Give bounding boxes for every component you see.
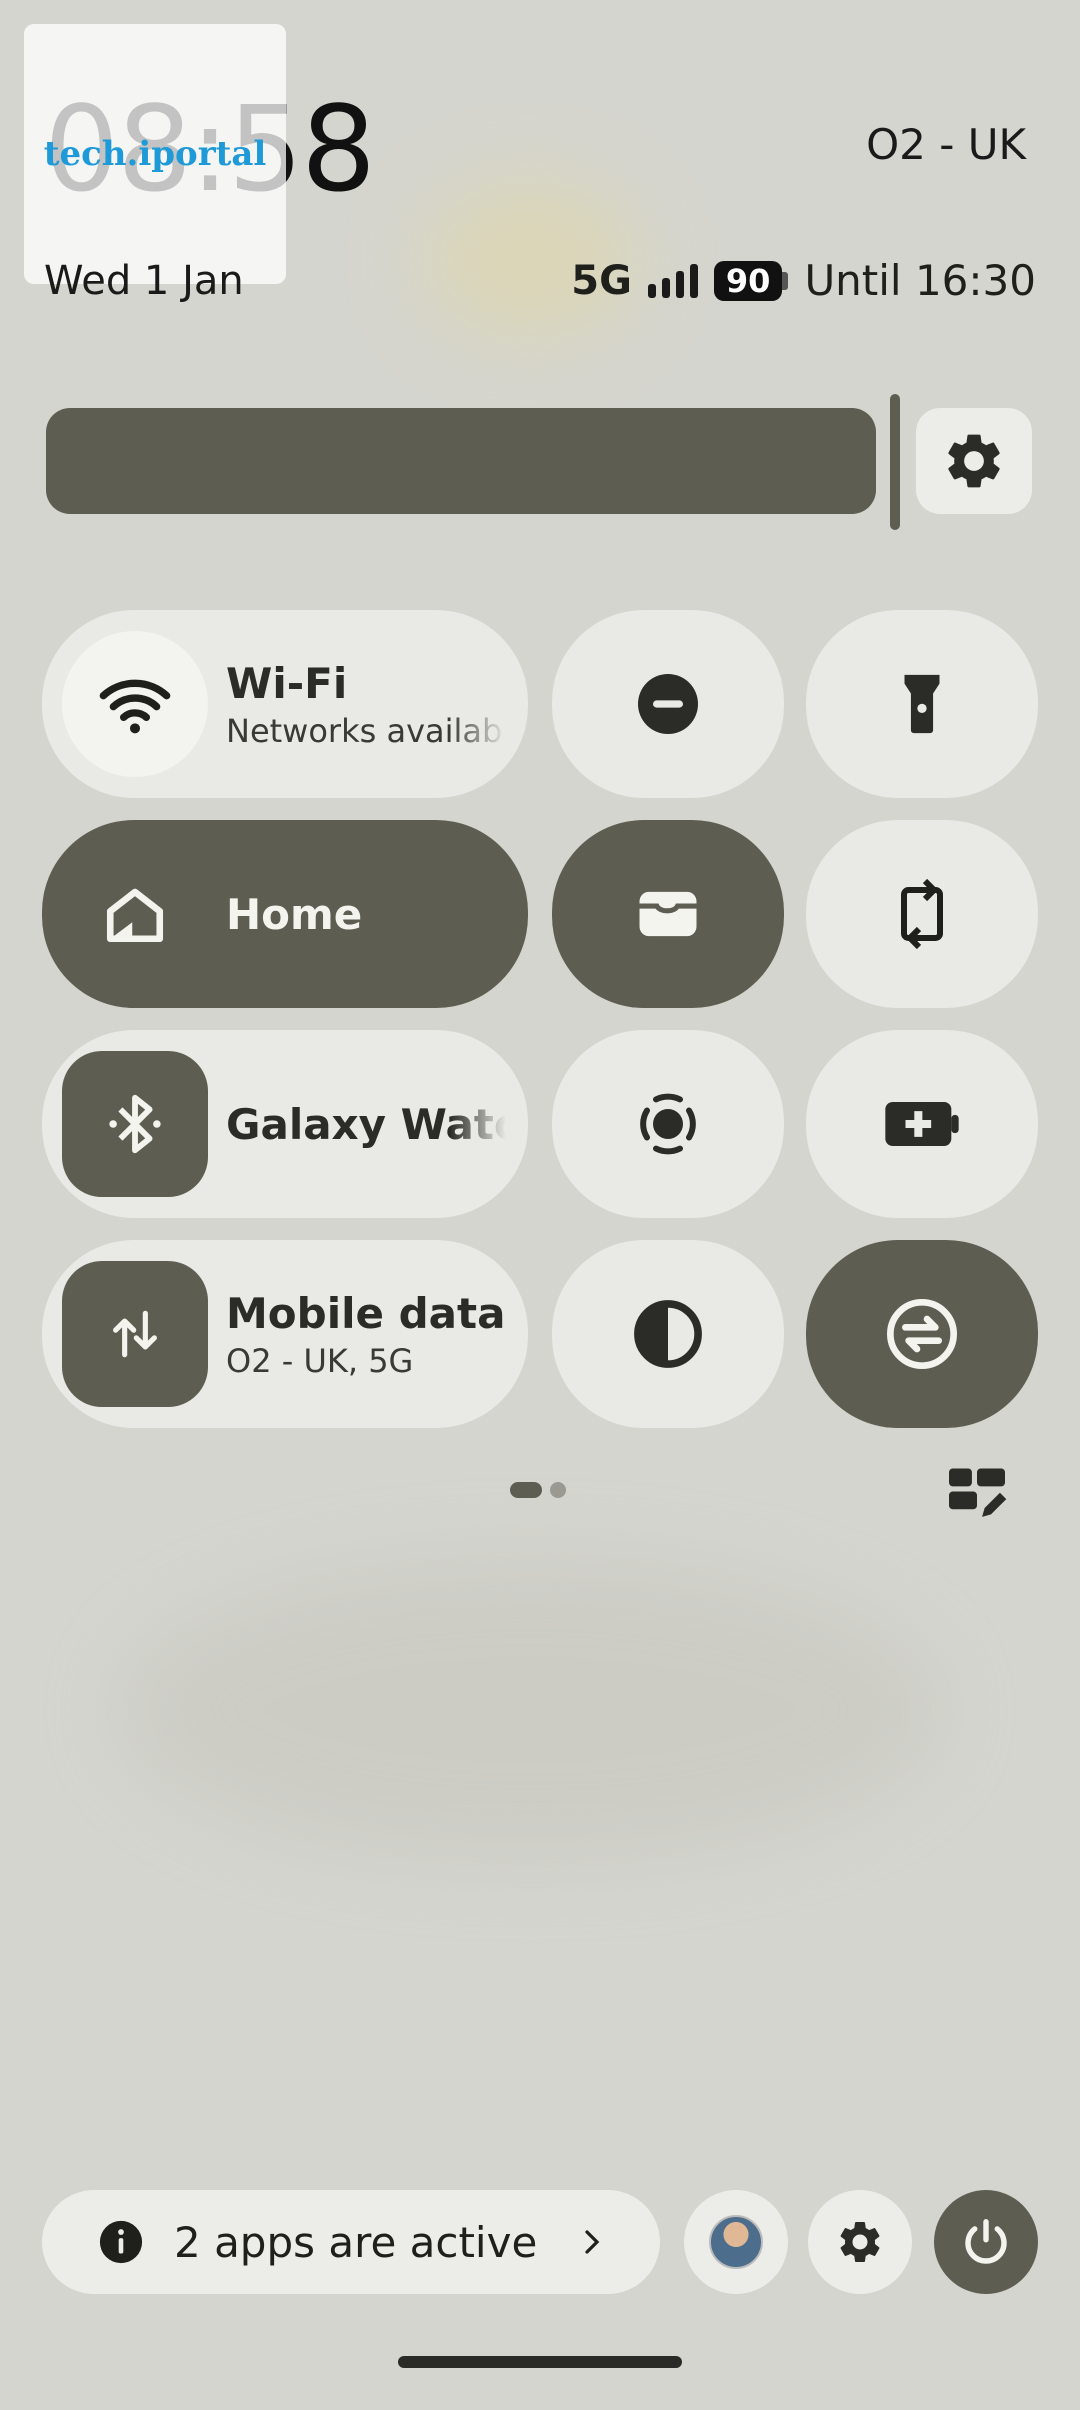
page-dot bbox=[550, 1482, 566, 1498]
home-icon-box bbox=[62, 841, 208, 987]
power-button[interactable] bbox=[934, 2190, 1038, 2294]
color-inversion-tile[interactable] bbox=[552, 1240, 784, 1428]
avatar bbox=[709, 2215, 763, 2269]
active-apps-button[interactable]: 2 apps are active bbox=[42, 2190, 660, 2294]
mobile-data-subtitle: O2 - UK, 5G bbox=[226, 1341, 414, 1380]
mobile-data-tile[interactable]: Mobile data O2 - UK, 5G bbox=[42, 1240, 528, 1428]
wifi-icon bbox=[99, 679, 171, 734]
edit-tiles-button[interactable] bbox=[946, 1466, 1008, 1522]
battery-icon: 90 bbox=[713, 260, 789, 301]
home-icon bbox=[106, 888, 164, 943]
wifi-icon-box bbox=[62, 631, 208, 777]
wifi-subtitle: Networks available bbox=[226, 711, 506, 750]
home-title: Home bbox=[226, 889, 363, 939]
edit-icon bbox=[949, 1468, 1007, 1517]
brightness-handle[interactable] bbox=[890, 394, 900, 530]
wallet-tile[interactable] bbox=[552, 820, 784, 1008]
home-gesture-bar[interactable] bbox=[398, 2356, 682, 2368]
wifi-tile-text: Wi-Fi Networks available bbox=[226, 659, 506, 750]
screen-record-tile[interactable] bbox=[552, 1030, 784, 1218]
brightness-settings-button[interactable] bbox=[916, 408, 1032, 514]
data-transfer-icon bbox=[113, 1310, 157, 1358]
sync-icon bbox=[887, 1299, 957, 1369]
mobile-data-tile-text: Mobile data O2 - UK, 5G bbox=[226, 1289, 506, 1380]
gear-icon bbox=[840, 2222, 880, 2262]
wifi-tile[interactable]: Wi-Fi Networks available bbox=[42, 610, 528, 798]
battery-status: Until 16:30 bbox=[804, 256, 1036, 305]
battery-saver-tile[interactable] bbox=[806, 1030, 1038, 1218]
auto-rotate-tile[interactable] bbox=[806, 820, 1038, 1008]
bluetooth-icon bbox=[109, 1094, 161, 1154]
wallpaper-blur-2 bbox=[120, 1560, 940, 1860]
home-tile-text: Home bbox=[226, 890, 506, 939]
gear-icon bbox=[948, 434, 1000, 488]
bluetooth-icon-box bbox=[62, 1051, 208, 1197]
wallet-icon bbox=[639, 891, 697, 937]
battery-saver-icon bbox=[885, 1102, 959, 1146]
mobile-data-icon-box bbox=[62, 1261, 208, 1407]
wifi-title: Wi-Fi bbox=[226, 658, 348, 708]
flashlight-tile[interactable] bbox=[806, 610, 1038, 798]
date[interactable]: Wed 1 Jan bbox=[44, 258, 244, 304]
chevron-right-icon bbox=[585, 2230, 600, 2254]
brightness-slider[interactable] bbox=[46, 408, 876, 514]
settings-button[interactable] bbox=[808, 2190, 912, 2294]
flashlight-icon bbox=[904, 674, 940, 734]
page-dot-active bbox=[510, 1482, 542, 1498]
power-icon bbox=[965, 2219, 1007, 2264]
user-switcher-button[interactable] bbox=[684, 2190, 788, 2294]
home-tile[interactable]: Home bbox=[42, 820, 528, 1008]
signal-icon bbox=[647, 263, 698, 298]
battery-level: 90 bbox=[713, 260, 783, 301]
mobile-data-title: Mobile data bbox=[226, 1288, 506, 1338]
data-saver-tile[interactable] bbox=[806, 1240, 1038, 1428]
screen-record-icon bbox=[640, 1093, 696, 1155]
info-icon bbox=[99, 2220, 143, 2264]
status-bar: 5G 90 Until 16:30 bbox=[571, 256, 1036, 305]
bluetooth-tile-text: Galaxy Watch bbox=[226, 1100, 506, 1149]
watermark-text: tech.iportal bbox=[43, 134, 267, 174]
do-not-disturb-tile[interactable] bbox=[552, 610, 784, 798]
contrast-icon bbox=[634, 1300, 702, 1368]
auto-rotate-icon bbox=[901, 878, 943, 950]
network-type: 5G bbox=[571, 257, 632, 304]
do-not-disturb-icon bbox=[638, 674, 698, 734]
watermark-logo: tech.iportal bbox=[24, 24, 286, 284]
bluetooth-tile[interactable]: Galaxy Watch bbox=[42, 1030, 528, 1218]
bluetooth-device-name: Galaxy Watch bbox=[226, 1099, 506, 1149]
active-apps-label: 2 apps are active bbox=[174, 2217, 538, 2267]
page-indicator bbox=[510, 1482, 566, 1498]
carrier-name: O2 - UK bbox=[866, 120, 1026, 169]
